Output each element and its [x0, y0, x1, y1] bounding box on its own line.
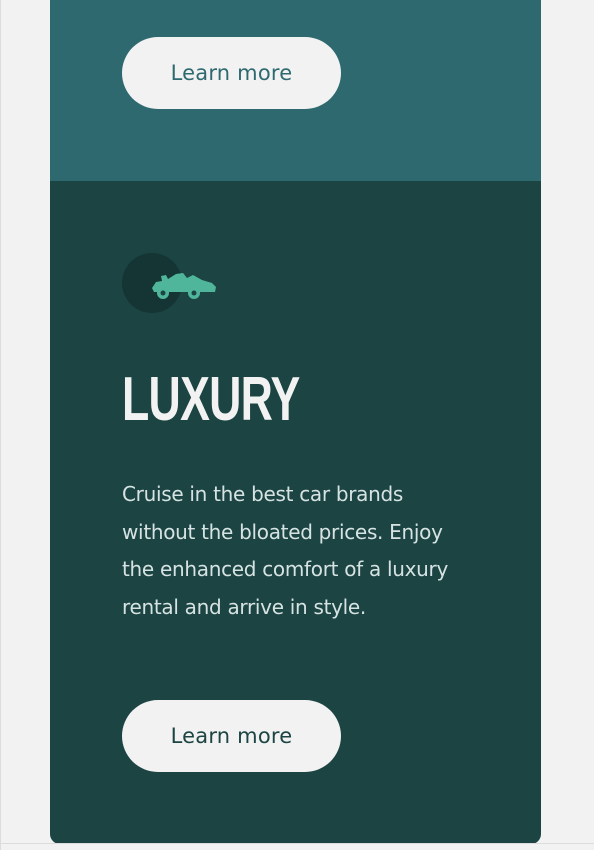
luxury-car-icon	[152, 273, 216, 299]
card-title: LUXURY	[122, 365, 300, 434]
card-description: Cruise in the best car brands without th…	[122, 482, 448, 619]
luxury-card: LUXURY Cruise in the best car brands wit…	[50, 181, 541, 844]
page-bottom-border	[1, 843, 594, 844]
suvs-card: Learn more	[50, 0, 541, 181]
card-stack: Learn more LUXURY Cruise in the best car…	[50, 0, 541, 844]
learn-more-button-top[interactable]: Learn more	[122, 37, 341, 109]
luxury-icon-group	[122, 253, 222, 315]
page: Learn more LUXURY Cruise in the best car…	[0, 0, 594, 850]
learn-more-button-luxury[interactable]: Learn more	[122, 700, 341, 772]
